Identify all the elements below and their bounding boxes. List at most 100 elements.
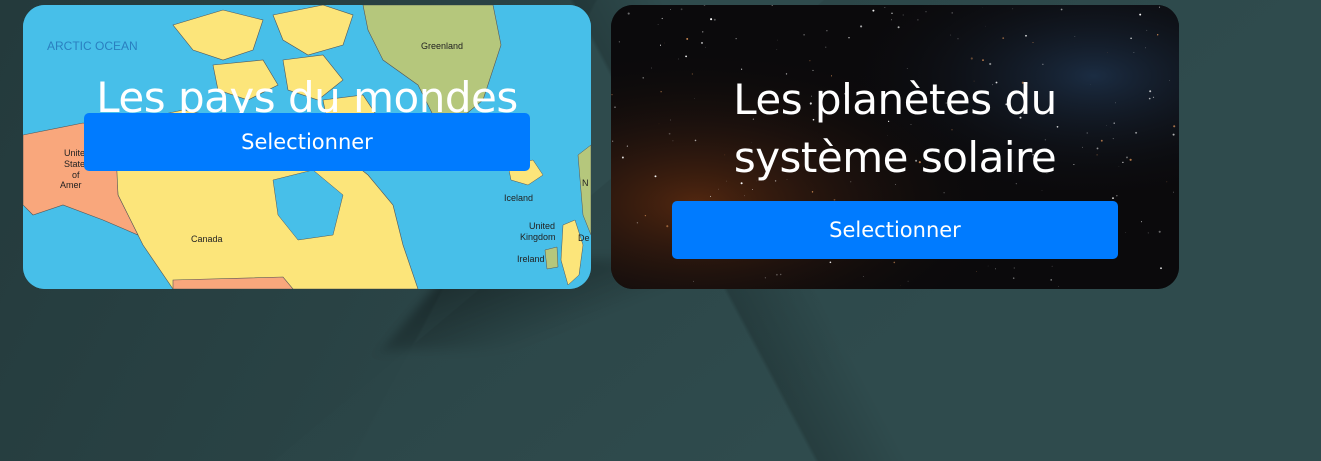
star — [1116, 195, 1118, 197]
star — [957, 38, 959, 40]
star — [1157, 34, 1159, 36]
star — [611, 94, 613, 96]
star — [1173, 125, 1176, 128]
star — [1060, 8, 1063, 11]
star — [982, 59, 984, 62]
star — [825, 46, 827, 48]
star — [612, 140, 614, 142]
star — [891, 19, 893, 21]
star — [1135, 131, 1138, 134]
star — [776, 273, 778, 276]
star — [1012, 277, 1015, 279]
card-title-planets: Les planètes du système solaire — [733, 75, 1057, 182]
star — [862, 276, 864, 277]
star — [777, 39, 778, 41]
map-label-canada: Canada — [191, 234, 223, 244]
star — [677, 58, 679, 60]
star — [1149, 90, 1152, 93]
map-label-uk-line1: United — [529, 221, 555, 231]
star — [1058, 286, 1059, 287]
star — [925, 11, 927, 13]
star — [701, 31, 704, 33]
star — [614, 106, 616, 108]
star — [1133, 52, 1135, 53]
star — [995, 268, 996, 270]
star — [670, 119, 671, 121]
star — [1042, 63, 1044, 65]
star — [829, 261, 832, 264]
star — [906, 68, 908, 69]
map-label-usa-line3: of — [72, 170, 80, 180]
star — [1166, 181, 1168, 183]
star — [1146, 29, 1148, 31]
star — [860, 25, 863, 28]
star — [1112, 138, 1114, 140]
star — [636, 222, 639, 224]
quiz-card-countries[interactable]: ARCTIC OCEAN Greenland Canada Iceland Un… — [23, 5, 591, 289]
map-label-uk-line2: Kingdom — [520, 232, 556, 242]
map-label-iceland: Iceland — [504, 193, 533, 203]
star — [1158, 230, 1161, 233]
map-label-edge-de: De — [578, 233, 590, 243]
star — [872, 9, 875, 12]
select-planets-button[interactable]: Selectionner — [672, 201, 1118, 259]
star — [976, 271, 977, 272]
quiz-card-planets[interactable]: Les planètes du système solaire Selectio… — [611, 5, 1179, 289]
star — [1125, 232, 1127, 233]
map-label-usa-line1: Unite — [64, 148, 85, 158]
star — [621, 156, 624, 159]
star — [672, 140, 674, 142]
star — [893, 261, 896, 264]
star — [1140, 221, 1143, 223]
star — [693, 280, 694, 282]
star — [627, 12, 630, 15]
star — [651, 67, 652, 69]
star — [686, 37, 689, 40]
map-label-ocean: ARCTIC OCEAN — [47, 39, 138, 53]
star — [776, 48, 778, 50]
map-label-ireland: Ireland — [517, 254, 545, 264]
star — [826, 30, 828, 32]
star — [644, 214, 647, 217]
star — [809, 60, 811, 62]
star — [752, 189, 753, 191]
star — [1013, 267, 1015, 269]
star — [744, 195, 745, 197]
star — [718, 188, 720, 190]
star — [657, 24, 659, 25]
star — [660, 91, 662, 93]
star — [1112, 197, 1114, 199]
map-label-usa-line4: Amer — [60, 180, 82, 190]
star — [741, 68, 743, 70]
star — [710, 18, 713, 21]
star — [1050, 279, 1052, 281]
star — [1147, 232, 1149, 234]
star — [848, 36, 850, 39]
star — [680, 8, 683, 11]
star — [987, 265, 989, 267]
map-label-greenland: Greenland — [421, 41, 463, 51]
star — [1025, 34, 1027, 37]
star — [1118, 166, 1120, 167]
star — [1041, 190, 1043, 191]
star — [642, 77, 644, 79]
star — [1074, 36, 1076, 37]
star — [1109, 126, 1111, 128]
star — [1122, 161, 1124, 164]
star — [897, 26, 900, 29]
star — [764, 277, 766, 279]
star — [1172, 133, 1175, 136]
star — [713, 18, 716, 21]
star — [661, 17, 663, 20]
star — [701, 41, 703, 44]
star — [951, 12, 953, 14]
star — [1051, 265, 1053, 267]
star — [779, 273, 782, 276]
star — [884, 7, 886, 9]
select-countries-button[interactable]: Selectionner — [84, 113, 530, 171]
map-label-edge-n: N — [582, 178, 589, 188]
star — [654, 175, 657, 178]
star — [618, 41, 620, 43]
star — [668, 132, 671, 135]
star — [989, 62, 992, 66]
